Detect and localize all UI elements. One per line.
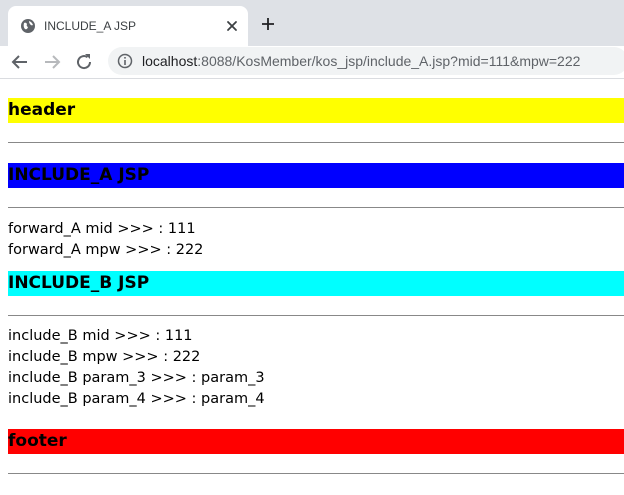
address-bar[interactable]: localhost:8088/KosMember/kos_jsp/include… (108, 47, 624, 75)
plus-icon[interactable] (260, 16, 276, 32)
close-icon[interactable] (224, 18, 240, 34)
url-text[interactable]: localhost:8088/KosMember/kos_jsp/include… (142, 53, 580, 69)
browser-toolbar: localhost:8088/KosMember/kos_jsp/include… (0, 46, 624, 79)
page-content: header INCLUDE_A JSP forward_A mid >>> :… (8, 79, 624, 474)
include-b-title: INCLUDE_B JSP (8, 271, 624, 296)
browser-tab[interactable]: INCLUDE_A JSP (8, 6, 248, 46)
include-b-line: include_B param_3 >>> : param_3 (8, 370, 265, 386)
header-bar: header (8, 98, 624, 123)
include-b-line: include_B mid >>> : 111 (8, 328, 193, 344)
info-icon[interactable] (117, 53, 133, 69)
url-path: :8088/KosMember/kos_jsp/include_A.jsp?mi… (197, 53, 581, 69)
include-b-line: include_B mpw >>> : 222 (8, 349, 201, 365)
globe-icon (21, 19, 35, 33)
arrow-left-icon[interactable] (10, 52, 30, 72)
include-a-line: forward_A mid >>> : 111 (8, 221, 196, 237)
arrow-right-icon[interactable] (42, 52, 62, 72)
tab-strip: INCLUDE_A JSP (0, 0, 624, 46)
url-host: localhost (142, 53, 198, 69)
include-a-title: INCLUDE_A JSP (8, 163, 624, 188)
include-a-line: forward_A mpw >>> : 222 (8, 242, 204, 258)
reload-icon[interactable] (74, 52, 94, 72)
tab-title: INCLUDE_A JSP (44, 19, 137, 33)
divider (8, 473, 624, 474)
include-b-line: include_B param_4 >>> : param_4 (8, 391, 265, 407)
footer-bar: footer (8, 429, 624, 454)
